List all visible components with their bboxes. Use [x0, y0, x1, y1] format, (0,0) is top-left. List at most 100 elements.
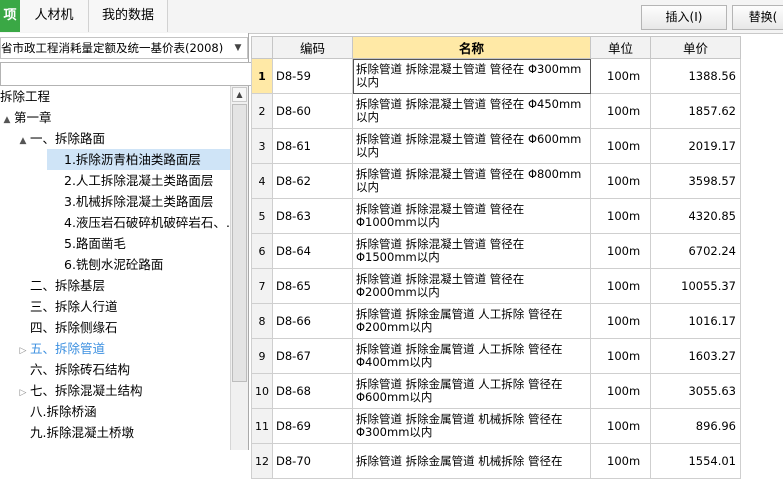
- quota-name[interactable]: 拆除管道 拆除金属管道 人工拆除 管径在 Φ600mm以内: [352, 373, 591, 409]
- quota-unit[interactable]: 100m: [590, 198, 651, 234]
- table-row[interactable]: 10 D8-68 拆除管道 拆除金属管道 人工拆除 管径在 Φ600mm以内 100m…: [251, 373, 741, 409]
- quota-name[interactable]: 拆除管道 拆除混凝土管道 管径在 Φ1000mm以内: [352, 198, 591, 234]
- quota-name[interactable]: 拆除管道 拆除混凝土管道 管径在 Φ450mm以内: [352, 93, 591, 129]
- row-number[interactable]: 11: [251, 408, 273, 444]
- row-number[interactable]: 2: [251, 93, 273, 129]
- quota-price[interactable]: 1554.01: [650, 443, 741, 479]
- quota-price[interactable]: 896.96: [650, 408, 741, 444]
- column-header-price[interactable]: 单价: [650, 36, 741, 59]
- tree-node[interactable]: 3.机械拆除混凝土类路面层: [50, 191, 213, 212]
- quota-code[interactable]: D8-60: [272, 93, 353, 129]
- quota-price[interactable]: 1016.17: [650, 303, 741, 339]
- quota-code[interactable]: D8-64: [272, 233, 353, 269]
- tab-quota[interactable]: 项: [0, 0, 21, 32]
- table-row[interactable]: 4 D8-62 拆除管道 拆除混凝土管道 管径在 Φ800mm以内 100m 3598.…: [251, 163, 741, 199]
- quota-code[interactable]: D8-59: [272, 58, 353, 94]
- quota-name[interactable]: 拆除管道 拆除金属管道 人工拆除 管径在 Φ400mm以内: [352, 338, 591, 374]
- column-header-name[interactable]: 名称: [352, 36, 591, 59]
- quota-unit[interactable]: 100m: [590, 373, 651, 409]
- quota-name[interactable]: 拆除管道 拆除混凝土管道 管径在 Φ800mm以内: [352, 163, 591, 199]
- tree-node[interactable]: 四、拆除侧缘石: [16, 317, 118, 338]
- tree-node[interactable]: 二、拆除基层: [16, 275, 105, 296]
- tree-node[interactable]: ▷ 五、拆除管道: [16, 338, 105, 359]
- quota-code[interactable]: D8-65: [272, 268, 353, 304]
- quota-code[interactable]: D8-66: [272, 303, 353, 339]
- table-row[interactable]: 2 D8-60 拆除管道 拆除混凝土管道 管径在 Φ450mm以内 100m 1857.…: [251, 93, 741, 129]
- tree-node[interactable]: 八.拆除桥涵: [16, 401, 96, 422]
- quota-price[interactable]: 4320.85: [650, 198, 741, 234]
- quota-unit[interactable]: 100m: [590, 93, 651, 129]
- scrollbar-thumb[interactable]: [232, 104, 247, 382]
- quota-name[interactable]: 拆除管道 拆除金属管道 人工拆除 管径在 Φ200mm以内: [352, 303, 591, 339]
- quota-price[interactable]: 3598.57: [650, 163, 741, 199]
- table-row[interactable]: 7 D8-65 拆除管道 拆除混凝土管道 管径在 Φ2000mm以内 100m 1005…: [251, 268, 741, 304]
- tree-node[interactable]: ▷ 七、拆除混凝土结构: [16, 380, 143, 401]
- quota-name[interactable]: 拆除管道 拆除混凝土管道 管径在 Φ2000mm以内: [352, 268, 591, 304]
- row-number[interactable]: 4: [251, 163, 273, 199]
- quota-unit[interactable]: 100m: [590, 58, 651, 94]
- table-row[interactable]: 8 D8-66 拆除管道 拆除金属管道 人工拆除 管径在 Φ200mm以内 100m 1…: [251, 303, 741, 339]
- quota-name[interactable]: 拆除管道 拆除混凝土管道 管径在 Φ1500mm以内: [352, 233, 591, 269]
- row-number[interactable]: 6: [251, 233, 273, 269]
- insert-button[interactable]: 插入(I): [641, 5, 727, 30]
- quota-unit[interactable]: 100m: [590, 443, 651, 479]
- table-row[interactable]: 6 D8-64 拆除管道 拆除混凝土管道 管径在 Φ1500mm以内 100m 6702…: [251, 233, 741, 269]
- column-header-unit[interactable]: 单位: [590, 36, 651, 59]
- tree-node[interactable]: 六、拆除砖石结构: [16, 359, 130, 380]
- quota-unit[interactable]: 100m: [590, 303, 651, 339]
- tree-node[interactable]: ▲ 第一章: [0, 107, 52, 128]
- search-input[interactable]: [0, 62, 252, 86]
- tree-node[interactable]: ▲ 一、拆除路面: [16, 128, 105, 149]
- tab-my-data[interactable]: 我的数据: [89, 0, 168, 32]
- quota-code[interactable]: D8-69: [272, 408, 353, 444]
- quota-price[interactable]: 6702.24: [650, 233, 741, 269]
- tab-labor-material-machine[interactable]: 人材机: [20, 0, 89, 32]
- row-number[interactable]: 12: [251, 443, 273, 479]
- tree-node[interactable]: 5.路面凿毛: [50, 233, 126, 254]
- quota-unit[interactable]: 100m: [590, 233, 651, 269]
- tree-node[interactable]: 2.人工拆除混凝土类路面层: [50, 170, 213, 191]
- scroll-up-icon[interactable]: ▲: [232, 87, 247, 102]
- replace-button[interactable]: 替换(: [732, 5, 783, 30]
- quota-code[interactable]: D8-68: [272, 373, 353, 409]
- tree-node[interactable]: 6.铣刨水泥砼路面: [50, 254, 163, 275]
- row-number[interactable]: 1: [251, 58, 273, 94]
- quota-name[interactable]: 拆除管道 拆除金属管道 机械拆除 管径在: [352, 443, 591, 479]
- expand-toggle-icon[interactable]: ▲: [0, 110, 14, 131]
- table-row[interactable]: 5 D8-63 拆除管道 拆除混凝土管道 管径在 Φ1000mm以内 100m 4320…: [251, 198, 741, 234]
- tree-node[interactable]: 1.拆除沥青柏油类路面层: [47, 149, 230, 170]
- column-header-code[interactable]: 编码: [272, 36, 353, 59]
- table-row[interactable]: 11 D8-69 拆除管道 拆除金属管道 机械拆除 管径在 Φ300mm以内 100m…: [251, 408, 741, 444]
- quota-price[interactable]: 10055.37: [650, 268, 741, 304]
- table-row[interactable]: 3 D8-61 拆除管道 拆除混凝土管道 管径在 Φ600mm以内 100m 2019.…: [251, 128, 741, 164]
- tree-node[interactable]: 三、拆除人行道: [16, 296, 118, 317]
- quota-unit[interactable]: 100m: [590, 128, 651, 164]
- quota-price[interactable]: 1603.27: [650, 338, 741, 374]
- row-number[interactable]: 3: [251, 128, 273, 164]
- quota-name[interactable]: 拆除管道 拆除金属管道 机械拆除 管径在 Φ300mm以内: [352, 408, 591, 444]
- chevron-down-icon[interactable]: ▼: [231, 38, 245, 58]
- table-row[interactable]: 1 D8-59 拆除管道 拆除混凝土管道 管径在 Φ300mm以内 100m 1388.…: [251, 58, 741, 94]
- quota-unit[interactable]: 100m: [590, 163, 651, 199]
- table-row[interactable]: 12 D8-70 拆除管道 拆除金属管道 机械拆除 管径在 100m 1554.01: [251, 443, 741, 479]
- row-number[interactable]: 5: [251, 198, 273, 234]
- quota-set-dropdown[interactable]: 省市政工程消耗量定额及统一基价表(2008) ▼: [0, 37, 248, 59]
- tree-scrollbar[interactable]: ▲: [230, 86, 248, 450]
- tree-node[interactable]: 4.液压岩石破碎机破碎岩石、…: [50, 212, 230, 233]
- quota-price[interactable]: 3055.63: [650, 373, 741, 409]
- tree-node[interactable]: 九.拆除混凝土桥墩: [16, 422, 134, 443]
- quota-code[interactable]: D8-61: [272, 128, 353, 164]
- table-row[interactable]: 9 D8-67 拆除管道 拆除金属管道 人工拆除 管径在 Φ400mm以内 100m 1…: [251, 338, 741, 374]
- quota-unit[interactable]: 100m: [590, 268, 651, 304]
- expand-toggle-icon[interactable]: ▲: [16, 131, 30, 152]
- quota-code[interactable]: D8-62: [272, 163, 353, 199]
- quota-price[interactable]: 1857.62: [650, 93, 741, 129]
- row-number[interactable]: 7: [251, 268, 273, 304]
- quota-code[interactable]: D8-67: [272, 338, 353, 374]
- quota-price[interactable]: 1388.56: [650, 58, 741, 94]
- row-number[interactable]: 8: [251, 303, 273, 339]
- quota-unit[interactable]: 100m: [590, 338, 651, 374]
- row-number[interactable]: 10: [251, 373, 273, 409]
- tree-node[interactable]: 拆除工程: [0, 86, 50, 107]
- quota-name[interactable]: 拆除管道 拆除混凝土管道 管径在 Φ300mm以内: [352, 58, 591, 94]
